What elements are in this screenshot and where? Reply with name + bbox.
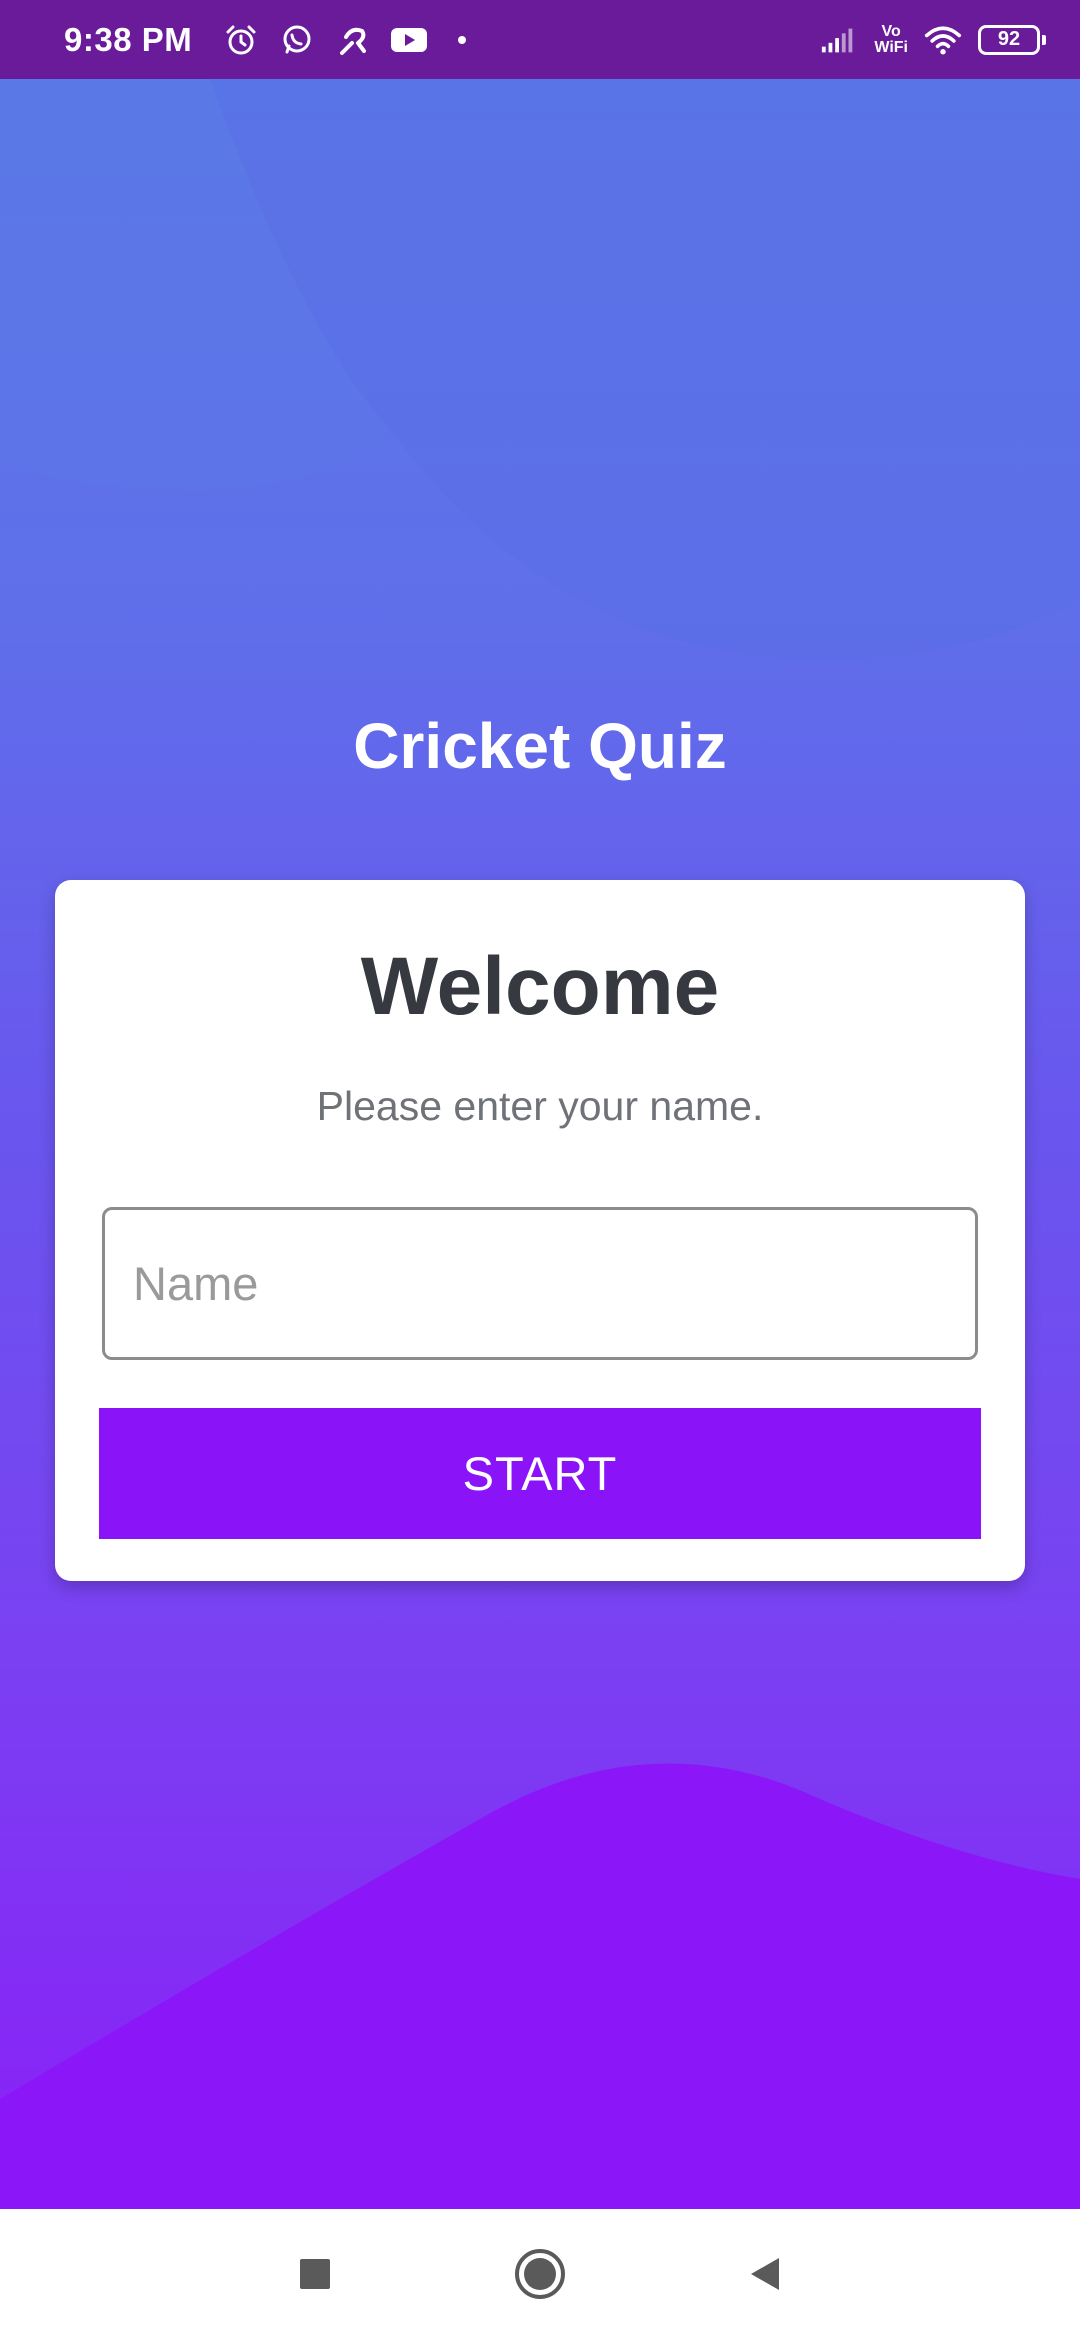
wifi-icon [924,21,962,59]
name-input[interactable] [102,1207,978,1360]
home-icon [515,2249,565,2299]
main-background: Cricket Quiz Welcome Please enter your n… [0,79,1080,2209]
battery-level: 92 [997,28,1021,50]
signal-app-icon [334,21,372,59]
status-left: 9:38 PM [64,20,467,59]
alarm-icon [222,21,260,59]
welcome-title: Welcome [360,941,720,1032]
vowifi-icon: Vo WiFi [874,22,908,56]
back-button[interactable] [735,2244,795,2304]
navigation-bar [0,2209,1080,2340]
welcome-card: Welcome Please enter your name. START [55,880,1025,1581]
start-button[interactable]: START [99,1408,981,1539]
back-icon [751,2258,779,2290]
cellular-signal-icon [820,21,858,59]
youtube-icon [390,21,428,59]
vowifi-top-text: Vo [881,22,901,40]
battery-icon: 92 [978,24,1046,55]
whatsapp-icon [278,21,316,59]
recent-apps-icon [300,2259,330,2289]
vowifi-bottom-text: WiFi [874,38,908,56]
home-button[interactable] [510,2244,570,2304]
app-title: Cricket Quiz [353,710,727,782]
status-time: 9:38 PM [64,20,193,58]
welcome-subtitle: Please enter your name. [316,1083,764,1129]
status-bar: 9:38 PM Vo WiFi 92 [0,0,1080,79]
recent-apps-button[interactable] [285,2244,345,2304]
status-right: Vo WiFi 92 [820,21,1046,59]
notification-dot [458,35,467,44]
